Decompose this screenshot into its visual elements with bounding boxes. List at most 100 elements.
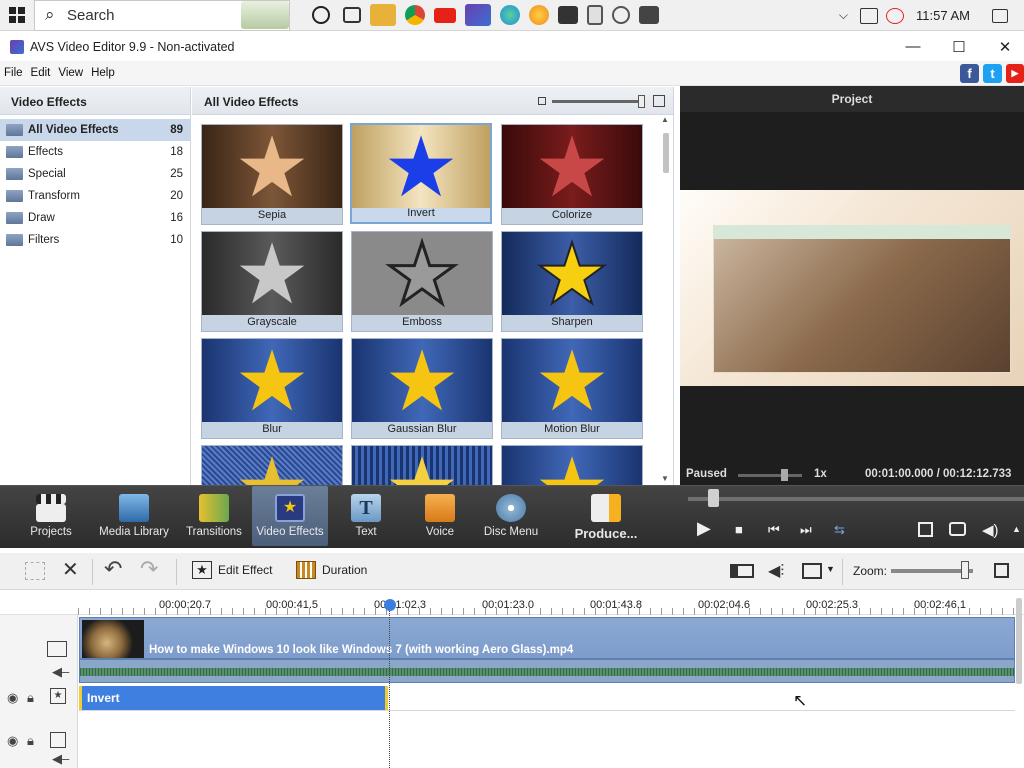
- video-effects-button[interactable]: ★ Video Effects: [252, 486, 328, 546]
- effect-tile-blur[interactable]: ★ Blur: [201, 338, 343, 439]
- fit-timeline-icon[interactable]: [994, 563, 1009, 578]
- redo-icon[interactable]: ↷: [140, 556, 158, 582]
- close-button[interactable]: ✕: [982, 32, 1024, 61]
- lock-icon[interactable]: 🔒︎: [27, 733, 34, 749]
- network-icon[interactable]: [860, 7, 879, 24]
- effect-tile-emboss[interactable]: ★ Emboss: [351, 231, 493, 332]
- speed-slider-handle[interactable]: [781, 469, 788, 481]
- produce-button[interactable]: Produce...: [568, 486, 644, 546]
- scroll-up-icon[interactable]: ▲: [661, 115, 669, 124]
- video-clip[interactable]: How to make Windows 10 look like Windows…: [79, 617, 1015, 659]
- zoom-slider-handle[interactable]: [961, 561, 969, 579]
- split-icon[interactable]: [730, 564, 754, 578]
- preview-seek-handle[interactable]: [708, 489, 719, 507]
- twitter-icon[interactable]: t: [983, 64, 1002, 83]
- effect-tile-diffuse[interactable]: ★: [351, 445, 493, 485]
- video-preview[interactable]: [680, 190, 1024, 386]
- menu-view[interactable]: View: [54, 67, 87, 79]
- edit-effect-button[interactable]: ★ Edit Effect: [192, 561, 272, 579]
- maximize-button[interactable]: ☐: [936, 32, 982, 61]
- youtube-icon[interactable]: [433, 7, 456, 23]
- clock-icon[interactable]: [611, 6, 630, 24]
- effect-tile-motion-blur[interactable]: ★ Motion Blur: [501, 338, 643, 439]
- thumb-size-slider[interactable]: [552, 100, 644, 103]
- delete-icon[interactable]: ✕: [62, 557, 79, 582]
- next-frame-button[interactable]: ⏭: [800, 522, 812, 538]
- grid-scrollbar[interactable]: ▲ ▼: [661, 115, 670, 483]
- preview-seek-bar[interactable]: [688, 497, 1024, 501]
- menu-help[interactable]: Help: [87, 67, 119, 79]
- play-button[interactable]: ▶: [697, 518, 711, 539]
- fullscreen-icon[interactable]: [918, 522, 933, 537]
- minimize-button[interactable]: —: [890, 32, 936, 61]
- category-transform[interactable]: Transform 20: [0, 185, 190, 207]
- widgets-icon[interactable]: [342, 7, 361, 23]
- effect-tile-mosaic[interactable]: ★: [501, 445, 643, 485]
- mark-button[interactable]: ⇆: [834, 522, 845, 538]
- voice-button[interactable]: Voice: [414, 486, 466, 546]
- effect-tile-sepia[interactable]: ★ Sepia: [201, 124, 343, 225]
- undo-icon[interactable]: ↶: [104, 556, 122, 582]
- youtube-social-icon[interactable]: ▶: [1006, 64, 1024, 83]
- thumb-size-small-icon[interactable]: [538, 97, 546, 105]
- edge-icon[interactable]: [499, 5, 520, 25]
- playhead-handle[interactable]: [384, 599, 396, 611]
- projects-button[interactable]: Projects: [20, 486, 82, 546]
- avs-video-editor-icon[interactable]: [464, 4, 491, 26]
- audio-mute-icon[interactable]: ◀–: [52, 664, 69, 680]
- transitions-button[interactable]: Transitions: [182, 486, 246, 546]
- lock-icon[interactable]: 🔒︎: [27, 690, 34, 706]
- stop-button[interactable]: ■: [735, 522, 743, 537]
- timeline-scrollbar[interactable]: [1016, 598, 1022, 684]
- store-icon[interactable]: [638, 6, 659, 24]
- effect-tile-colorize[interactable]: ★ Colorize: [501, 124, 643, 225]
- clapperboard-icon[interactable]: [557, 6, 578, 24]
- effect-clip-invert[interactable]: Invert: [79, 686, 388, 710]
- scroll-down-icon[interactable]: ▼: [661, 474, 669, 483]
- effect-tile-sharpen[interactable]: ★ Sharpen: [501, 231, 643, 332]
- taskbar-search-box[interactable]: ⌕ Search: [34, 0, 290, 31]
- effect-tile-grayscale[interactable]: ★ Grayscale: [201, 231, 343, 332]
- previous-frame-button[interactable]: ⏮: [768, 522, 780, 538]
- notifications-icon[interactable]: [992, 8, 1008, 23]
- audio-settings-icon[interactable]: ◀⫶: [768, 561, 784, 581]
- speed-slider[interactable]: [738, 474, 802, 477]
- scrollbar-thumb[interactable]: [663, 133, 669, 173]
- volume-expand-icon[interactable]: ▲: [1012, 524, 1021, 534]
- category-effects[interactable]: Effects 18: [0, 141, 190, 163]
- effect-tile-gaussian-blur[interactable]: ★ Gaussian Blur: [351, 338, 493, 439]
- menu-file[interactable]: File: [0, 67, 27, 79]
- category-filters[interactable]: Filters 10: [0, 229, 190, 251]
- menu-edit[interactable]: Edit: [27, 67, 55, 79]
- disc-menu-button[interactable]: Disc Menu: [480, 486, 542, 546]
- effect-tile-invert[interactable]: ★ Invert: [350, 123, 492, 224]
- media-library-button[interactable]: Media Library: [96, 486, 172, 546]
- facebook-icon[interactable]: f: [960, 64, 979, 83]
- aspect-ratio-icon[interactable]: [802, 563, 822, 579]
- audio-mute-icon[interactable]: ◀–: [52, 751, 69, 767]
- category-special[interactable]: Special 25: [0, 163, 190, 185]
- snapshot-camera-icon[interactable]: [949, 522, 966, 536]
- duration-button[interactable]: Duration: [296, 561, 367, 579]
- eye-icon[interactable]: ◉: [7, 733, 18, 749]
- eye-icon[interactable]: ◉: [7, 690, 18, 706]
- thumb-size-slider-handle[interactable]: [638, 95, 645, 108]
- thumb-size-large-icon[interactable]: [653, 95, 665, 107]
- aspect-dropdown-icon[interactable]: ▼: [826, 564, 835, 574]
- task-view-icon[interactable]: [312, 6, 330, 24]
- audio-waveform[interactable]: [79, 659, 1015, 683]
- chrome-icon[interactable]: [404, 5, 425, 25]
- category-draw[interactable]: Draw 16: [0, 207, 190, 229]
- volume-icon[interactable]: ◀): [982, 521, 999, 539]
- clock-time[interactable]: 11:57 AM: [916, 8, 970, 23]
- file-explorer-icon[interactable]: [369, 4, 396, 26]
- firefox-icon[interactable]: [528, 5, 549, 25]
- storyboard-view-icon[interactable]: [25, 562, 45, 580]
- calculator-icon[interactable]: [586, 5, 603, 25]
- windows-start-button[interactable]: [0, 0, 34, 31]
- text-button[interactable]: T Text: [340, 486, 392, 546]
- volume-muted-icon[interactable]: [886, 7, 905, 24]
- category-all-video-effects[interactable]: All Video Effects 89: [0, 119, 190, 141]
- timeline-ruler[interactable]: 00:00:20.7 00:00:41.5 00:01:02.3 00:01:2…: [0, 590, 1024, 615]
- effect-tile-noise[interactable]: ★: [201, 445, 343, 485]
